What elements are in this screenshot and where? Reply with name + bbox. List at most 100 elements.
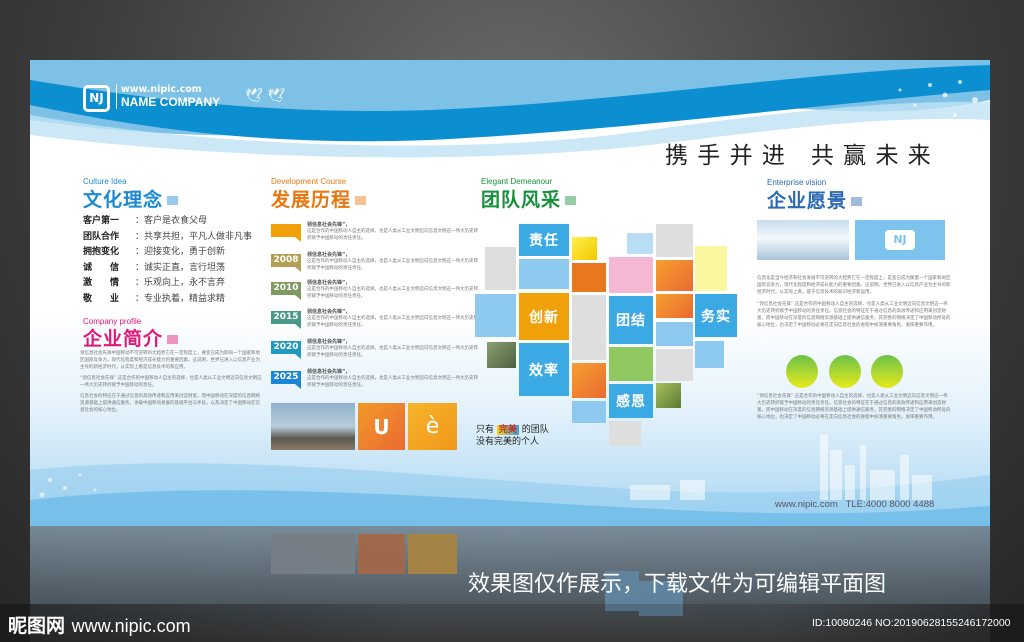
culture-title: 文化理念	[83, 185, 179, 212]
value-tile: 责任	[519, 224, 569, 256]
mosaic-block	[609, 257, 653, 293]
culture-key: 客户第一	[83, 216, 120, 226]
timeline-text: 这是合作的中国移动人自主的选择，也是人类从工业文明迈向信息文明这一伟大历史转折赋…	[307, 259, 478, 271]
profile-title-text: 企业简介	[83, 328, 164, 350]
timeline-text: 这是合作的中国移动人自主的选择，也是人类从工业文明迈向信息文明这一伟大历史转折赋…	[307, 229, 478, 241]
timeline-entry: 领信息社会先锋”， 这是合作的中国移动人自主的选择，也是人类从工业文明迈向信息文明…	[307, 221, 482, 242]
culture-item: 诚 信 ：诚实正直，言行坦荡	[83, 260, 252, 276]
profile-paragraph: “领信息社会先锋” 这是合作的中国移动人自主的选择，也是人类从工业文明迈向信息文…	[80, 376, 262, 388]
culture-item: 拥抱变化 ：迎接变化，勇于创新	[83, 244, 252, 260]
footer-contact: www.nipic.com TLE:4000 8000 4488	[775, 499, 935, 510]
title-deco-icon	[851, 197, 863, 206]
timeline-heading: 领信息社会先锋”，	[307, 309, 351, 315]
timeline-year: 2025	[271, 371, 301, 389]
development-title: 发展历程	[271, 185, 367, 212]
mosaic-block	[487, 342, 516, 368]
culture-key: 激 情	[83, 278, 120, 288]
mosaic-block	[572, 295, 606, 360]
vision-paragraph: “领信息社会先锋” 这是合作的中国移动人自主的选择，也是人类从工业文明迈向信息文…	[757, 394, 951, 420]
timeline-heading: 领信息社会先锋”，	[307, 369, 351, 375]
company-logo-icon: NJ	[83, 85, 110, 112]
culture-item: 团队合作 ：共享共担，平凡人做非凡事	[83, 229, 252, 245]
mosaic-block	[572, 237, 597, 260]
birds-icon: 🕊 🕊	[245, 88, 285, 104]
timeline-year: 2015	[271, 311, 301, 329]
team-title: 团队风采	[481, 185, 577, 212]
culture-value: ：诚实正直，言行坦荡	[135, 262, 226, 273]
reflection-photo	[271, 534, 355, 574]
logo-panel: NJ	[855, 220, 945, 260]
value-tile: 创新	[519, 293, 569, 340]
title-deco-icon	[167, 196, 179, 205]
culture-list: 客户第一 ：客户是衣食父母团队合作 ：共享共担，平凡人做非凡事拥抱变化 ：迎接变化，勇…	[83, 213, 252, 306]
slogan: 携 手 并 进 共 赢 未 来	[665, 136, 932, 170]
company-logo-icon: NJ	[885, 230, 915, 250]
site-logo: 昵图网	[8, 615, 66, 637]
vision-title-text: 企业愿景	[767, 190, 848, 212]
bottom-wave	[30, 435, 990, 526]
culture-value: ：专业执着，精益求精	[135, 293, 226, 304]
vision-title: 企业愿景	[767, 186, 863, 213]
mosaic-block	[656, 322, 693, 346]
culture-value: ：共享共担，平凡人做非凡事	[135, 231, 253, 242]
timeline-year: 2020	[271, 341, 301, 359]
timeline-entry: 领信息社会先锋”， 这是合作的中国移动人自主的选择，也是人类从工业文明迈向信息文明…	[307, 279, 482, 300]
title-deco-icon	[355, 196, 367, 205]
mosaic-block	[519, 259, 569, 289]
timeline-entry: 领信息社会先锋”， 这是合作的中国移动人自主的选择，也是人类从工业文明迈向信息文明…	[307, 251, 482, 272]
mosaic-block	[609, 347, 653, 381]
mosaic-block	[656, 383, 681, 408]
value-tile: 效率	[519, 343, 569, 396]
culture-key: 团队合作	[83, 231, 120, 242]
value-tile: 务实	[695, 294, 737, 337]
value-tile: 团结	[609, 296, 653, 344]
timeline-year	[271, 224, 301, 242]
vision-text-top: 信息化是当今经济和社会发展不可逆转的大趋势它在一定程度上，是变已成为衡量一个国家…	[757, 275, 952, 329]
culture-value: ：乐观向上，永不言弃	[135, 278, 226, 288]
site-url: www.nipic.com	[71, 616, 191, 636]
reflection-tile	[358, 534, 405, 574]
mosaic-block	[572, 263, 606, 292]
mosaic-block	[627, 233, 653, 254]
profile-title: 企业简介	[83, 324, 179, 351]
green-circle	[871, 355, 903, 388]
culture-key: 敬 业	[83, 293, 120, 304]
slogan-right: 共 赢 未 来	[810, 143, 932, 169]
sky-photo	[757, 220, 849, 260]
company-header: www.nipic.com NAME COMPANY	[116, 84, 220, 109]
mosaic-block	[656, 260, 693, 291]
development-title-text: 发展历程	[271, 189, 352, 211]
timeline-heading: 领信息社会先锋”，	[307, 222, 351, 228]
mosaic-block	[572, 401, 606, 423]
mosaic-block	[656, 224, 693, 257]
mosaic-block	[572, 363, 606, 398]
image-id: ID:10080246 NO:20190628155246172000	[812, 617, 1011, 629]
timeline-text: 这是合作的中国移动人自主的选择，也是人类从工业文明迈向信息文明这一伟大历史转折赋…	[307, 287, 478, 299]
company-name: NAME COMPANY	[121, 95, 221, 109]
timeline-text: 这是合作的中国移动人自主的选择，也是人类从工业文明迈向信息文明这一伟大历史转折赋…	[307, 316, 478, 328]
timeline-text: 这是合作的中国移动人自主的选择，也是人类从工业文明迈向信息文明这一伟大历史转折赋…	[307, 346, 478, 358]
culture-item: 客户第一 ：客户是衣食父母	[83, 213, 252, 229]
title-deco-icon	[565, 196, 577, 205]
exhibition-board: NJ www.nipic.com NAME COMPANY 🕊 🕊 携 手 并 …	[30, 60, 990, 526]
green-circle	[786, 355, 818, 388]
vision-paragraph: “领信息社会先锋” 这是合作的中国移动人自主的选择，也是人类从工业文明迈向信息文…	[757, 302, 951, 328]
mosaic-block	[475, 294, 516, 337]
mosaic-block	[485, 247, 516, 290]
culture-key: 诚 信	[83, 262, 120, 273]
mosaic-block	[695, 341, 724, 368]
timeline-heading: 领信息社会先锋”，	[307, 280, 351, 286]
profile-text: 领信息社会先锋中国移动不可逆转的大趋势它在一定程度上，要变已成为影响一个国家和地…	[80, 350, 262, 414]
culture-title-text: 文化理念	[83, 189, 164, 211]
timeline-year: 2008	[271, 254, 301, 272]
timeline-entry: 领信息社会先锋”， 这是合作的中国移动人自主的选择，也是人类从工业文明迈向信息文明…	[307, 308, 482, 329]
culture-key: 拥抱变化	[83, 247, 120, 257]
vision-paragraph: 信息化是当今经济和社会发展不可逆转的大趋势它在一定程度上，是变已成为衡量一个国家…	[757, 276, 951, 295]
profile-paragraph: 领信息社会先锋中国移动不可逆转的大趋势它在一定程度上，要变已成为影响一个国家和地…	[80, 351, 260, 370]
timeline-text: 这是合作的中国移动人自主的选择，也是人类从工业文明迈向信息文明这一伟大历史转折赋…	[307, 376, 478, 388]
mosaic-block	[656, 294, 693, 318]
title-deco-icon	[167, 335, 179, 344]
mosaic-block	[656, 349, 693, 381]
timeline-heading: 领信息社会先锋”，	[307, 252, 351, 258]
culture-value: ：客户是衣食父母	[135, 216, 208, 226]
